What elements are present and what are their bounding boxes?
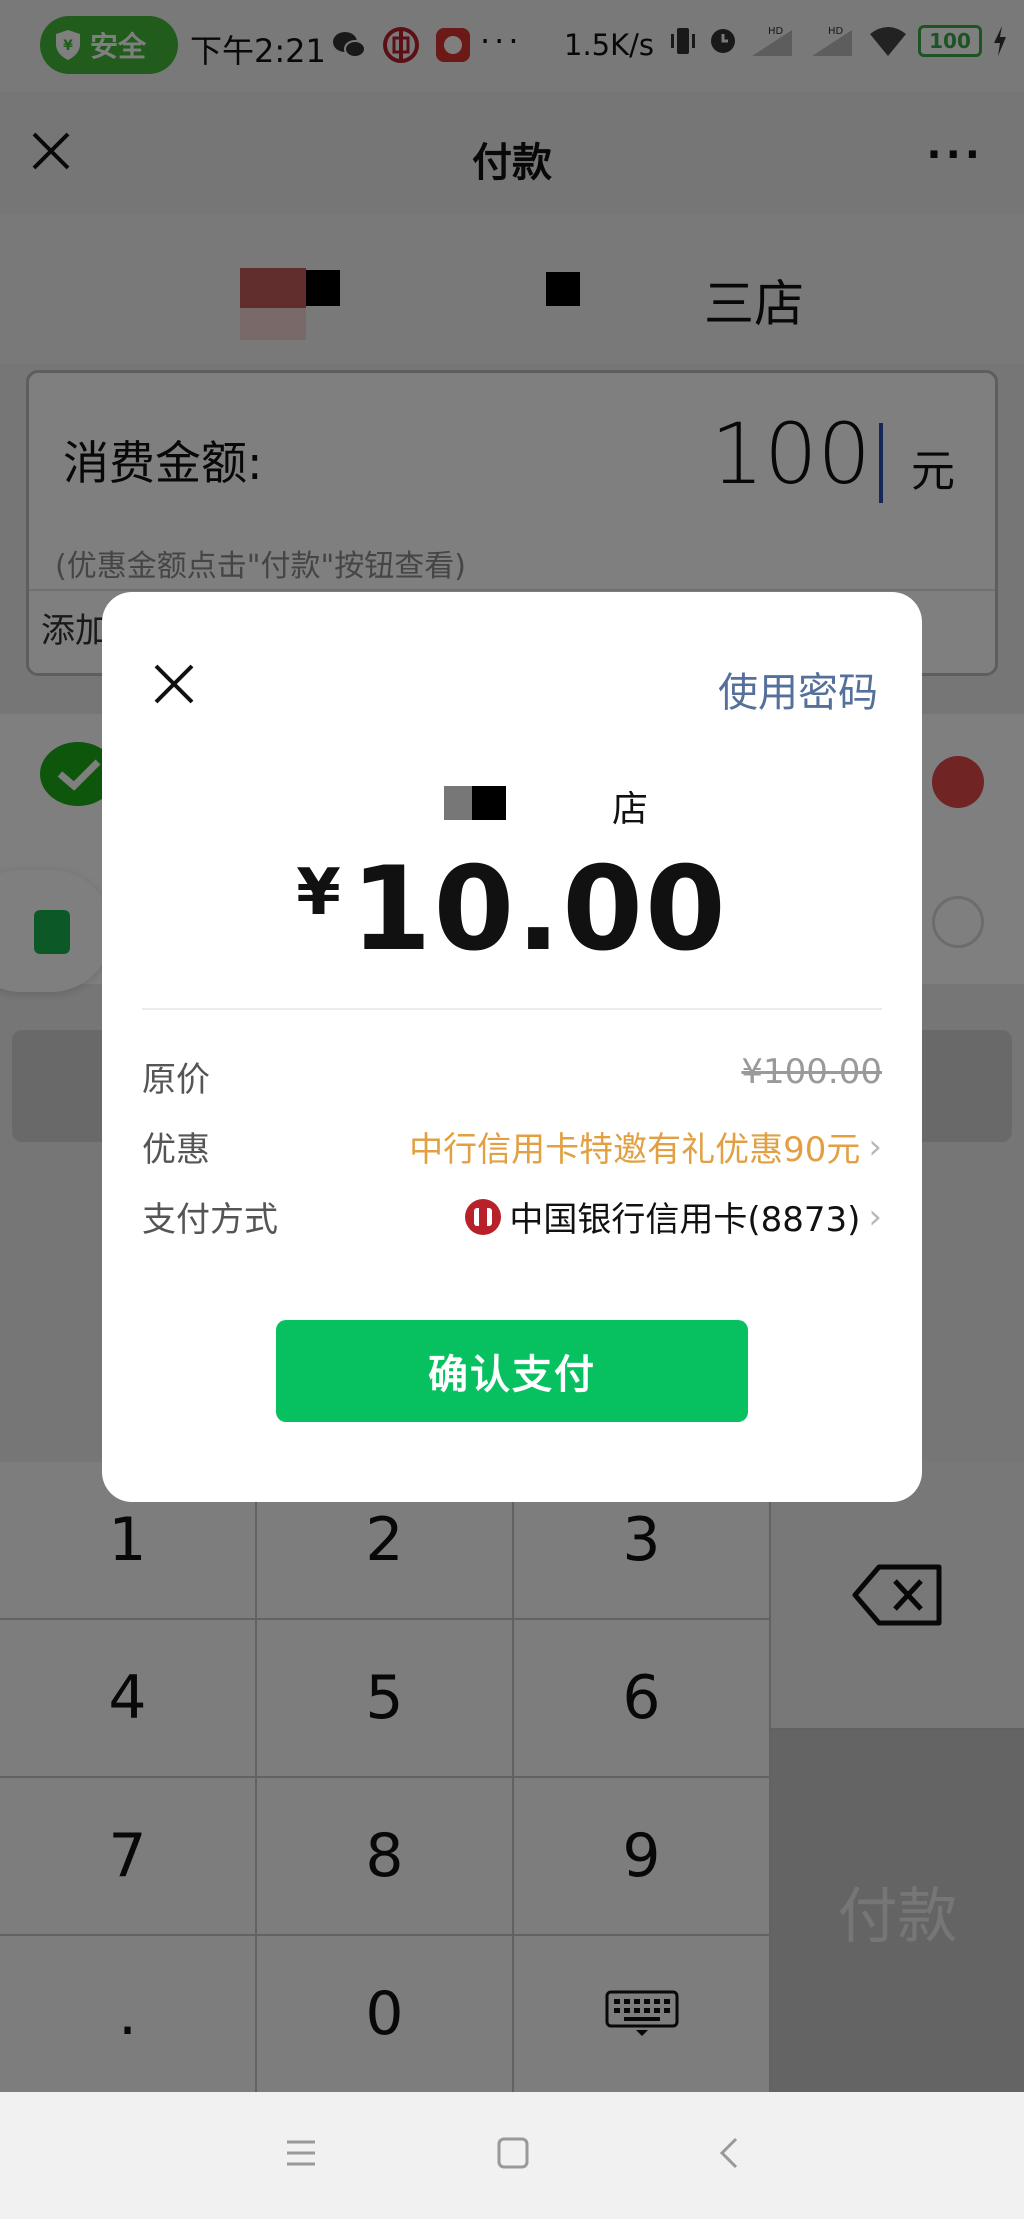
discount-label: 优惠: [142, 1130, 210, 1170]
chevron-right-icon: ›: [868, 1196, 882, 1237]
original-price-value: ¥100.00: [741, 1052, 882, 1092]
close-icon[interactable]: [152, 662, 196, 706]
confirm-payment-button[interactable]: 确认支付: [276, 1320, 748, 1422]
discount-row[interactable]: 中行信用卡特邀有礼优惠90元 ›: [409, 1122, 882, 1171]
redaction-block: [472, 786, 506, 820]
currency-symbol: ¥: [296, 856, 341, 930]
payment-amount: ¥10.00: [102, 842, 922, 977]
payment-method-value: 中国银行信用卡(8873): [509, 1200, 861, 1240]
home-icon[interactable]: [496, 2136, 530, 2170]
payment-method-row[interactable]: 中国银行信用卡(8873) ›: [465, 1192, 882, 1241]
menu-icon[interactable]: [284, 2136, 318, 2170]
payment-dialog: 使用密码 店 ¥10.00 原价 ¥100.00 优惠 中行信用卡特邀有礼优惠9…: [102, 592, 922, 1502]
chevron-right-icon: ›: [868, 1126, 882, 1167]
use-password-link[interactable]: 使用密码: [718, 660, 878, 718]
original-price-label: 原价: [142, 1060, 210, 1100]
amount-value: 10.00: [350, 842, 728, 977]
system-navigation-bar: [0, 2092, 1024, 2219]
divider: [142, 1008, 882, 1010]
merchant-name: 店: [612, 789, 649, 830]
original-price: ¥100.00: [741, 1052, 882, 1092]
back-icon[interactable]: [712, 2136, 746, 2170]
bank-of-china-icon: [465, 1198, 502, 1235]
payment-method-label: 支付方式: [142, 1200, 278, 1240]
redaction-block: [444, 786, 472, 820]
discount-value: 中行信用卡特邀有礼优惠90元: [409, 1130, 861, 1170]
